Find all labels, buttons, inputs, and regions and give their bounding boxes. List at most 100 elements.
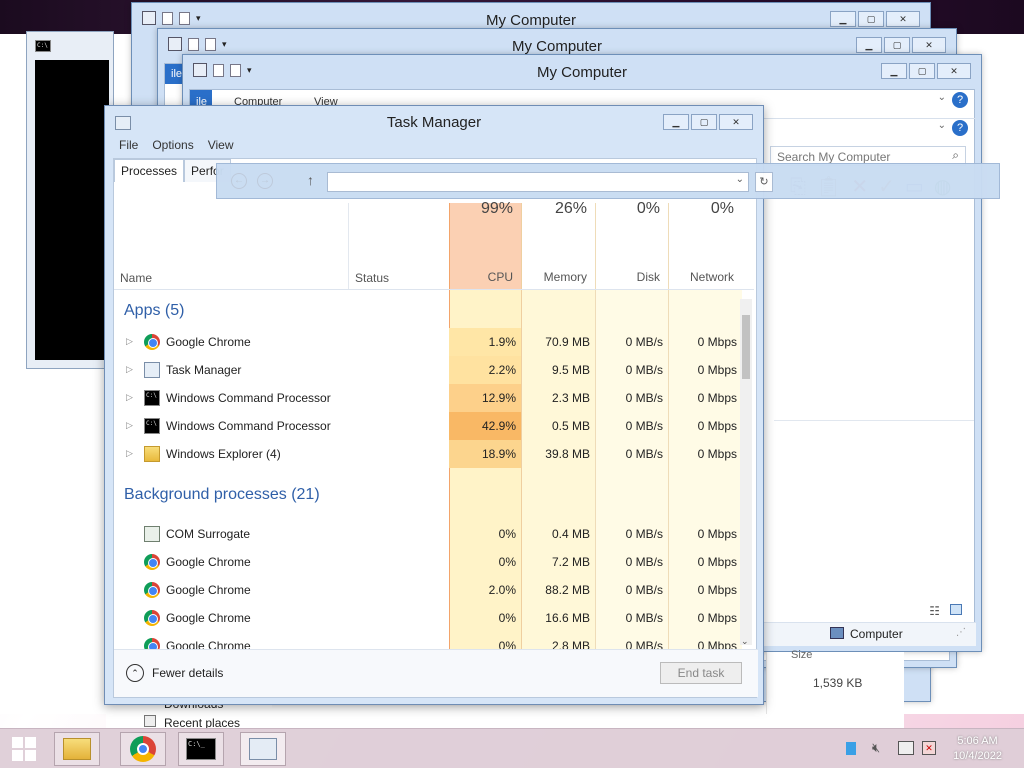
task-manager-body: Processes Perfor Name Status 99% CPU 26%… — [113, 158, 758, 698]
network-label: Network — [689, 270, 734, 284]
column-header-name[interactable]: Name — [120, 271, 152, 285]
action-center-icon[interactable] — [846, 742, 856, 755]
start-icon[interactable] — [12, 737, 36, 761]
network-icon[interactable] — [898, 741, 914, 755]
minimize-button[interactable]: ▁ — [663, 114, 689, 130]
help-icon[interactable]: ? — [952, 92, 968, 108]
taskbar-chrome-button[interactable] — [120, 732, 166, 766]
explorer-navigation-bar: ← → ↑ ⌄ ↻ — [216, 163, 1000, 199]
memory-value: 2.8 MB — [551, 639, 590, 649]
preview-view-icon[interactable] — [950, 604, 962, 615]
process-name: Google Chrome — [166, 611, 251, 625]
process-row[interactable]: Google Chrome 0% 2.8 MB 0 MB/s 0 Mbps — [114, 632, 742, 649]
taskbar-task-manager-button[interactable] — [240, 732, 286, 766]
address-bar[interactable]: ⌄ — [327, 172, 749, 192]
task-manager-footer: ⌃ Fewer details End task — [114, 649, 758, 697]
cmd-window[interactable] — [26, 31, 114, 369]
process-name: COM Surrogate — [166, 527, 251, 541]
forward-icon[interactable]: → — [257, 173, 273, 189]
cmd-console[interactable] — [35, 60, 109, 360]
expand-arrow-icon[interactable]: ▷ — [126, 448, 133, 459]
resize-grip-icon[interactable]: ⋰ — [956, 627, 966, 638]
caption-buttons: ▁ ▢ ✕ — [881, 63, 971, 79]
memory-value: 0.5 MB — [551, 419, 590, 433]
up-icon[interactable]: ↑ — [307, 172, 314, 188]
memory-value: 88.2 MB — [545, 583, 590, 597]
background-section-header[interactable]: Background processes (21) — [124, 486, 320, 504]
address-dropdown-icon[interactable]: ⌄ — [736, 174, 744, 185]
tab-processes[interactable]: Processes — [114, 159, 185, 182]
process-row[interactable]: Google Chrome 0% 16.6 MB 0 MB/s 0 Mbps — [114, 604, 742, 632]
maximize-button[interactable]: ▢ — [909, 63, 935, 79]
back-icon[interactable]: ← — [231, 173, 247, 189]
folder-icon — [144, 446, 160, 462]
disk-value: 0 MB/s — [625, 363, 663, 377]
process-row[interactable]: ▷ Windows Command Processor 42.9% 0.5 MB 0 M… — [114, 412, 742, 440]
maximize-button[interactable]: ▢ — [858, 11, 884, 27]
ribbon-expand-icon-2[interactable]: ⌄ — [938, 120, 946, 131]
cpu-value: 2.2% — [488, 363, 516, 377]
fewer-details-button[interactable]: ⌃ Fewer details — [126, 664, 223, 682]
close-button[interactable]: ✕ — [937, 63, 971, 79]
security-alert-icon[interactable]: ✕ — [922, 741, 936, 755]
window-title: My Computer — [536, 64, 628, 81]
memory-value: 39.8 MB — [545, 447, 590, 461]
network-value: 0 Mbps — [697, 363, 737, 377]
apps-section-header[interactable]: Apps (5) — [124, 302, 184, 320]
minimize-button[interactable]: ▁ — [830, 11, 856, 27]
close-button[interactable]: ✕ — [912, 37, 946, 53]
network-value: 0 Mbps — [697, 527, 737, 541]
scroll-down-icon[interactable]: ⌄ — [741, 636, 749, 647]
column-header-network[interactable]: 0% Network — [668, 200, 742, 290]
details-view-icon[interactable]: ☷ — [929, 604, 940, 618]
column-header-disk[interactable]: 0% Disk — [595, 200, 668, 290]
taskbar-cmd-button[interactable]: C:\_ — [178, 732, 224, 766]
minimize-button[interactable]: ▁ — [856, 37, 882, 53]
process-row[interactable]: COM Surrogate 0% 0.4 MB 0 MB/s 0 Mbps — [114, 520, 742, 548]
cmd-window-icon — [35, 40, 51, 52]
process-row[interactable]: ▷ Task Manager 2.2% 9.5 MB 0 MB/s 0 Mbps — [114, 356, 742, 384]
disk-value: 0 MB/s — [625, 555, 663, 569]
cpu-total-percent: 99% — [480, 200, 513, 217]
menu-options[interactable]: Options — [152, 138, 193, 152]
column-header-memory[interactable]: 26% Memory — [521, 200, 595, 290]
expand-arrow-icon[interactable]: ▷ — [126, 336, 133, 347]
close-button[interactable]: ✕ — [886, 11, 920, 27]
chrome-icon — [144, 610, 160, 626]
ribbon-expand-icon[interactable]: ⌄ — [938, 92, 946, 103]
process-name: Windows Explorer (4) — [166, 447, 281, 461]
cpu-label: CPU — [487, 270, 513, 284]
memory-value: 0.4 MB — [551, 527, 590, 541]
scrollbar-thumb[interactable] — [742, 315, 750, 379]
menu-file[interactable]: File — [119, 138, 138, 152]
process-row[interactable]: Google Chrome 0% 7.2 MB 0 MB/s 0 Mbps — [114, 548, 742, 576]
expand-arrow-icon[interactable]: ▷ — [126, 392, 133, 403]
expand-arrow-icon[interactable]: ▷ — [126, 364, 133, 375]
end-task-button[interactable]: End task — [660, 662, 742, 684]
process-row[interactable]: ▷ Windows Explorer (4) 18.9% 39.8 MB 0 MB/s 0… — [114, 440, 742, 468]
tab-strip: Processes Perfor — [114, 159, 231, 182]
cpu-value: 0% — [498, 639, 516, 649]
size-column-header[interactable]: Size — [791, 649, 812, 661]
process-row[interactable]: ▷ Google Chrome 1.9% 70.9 MB 0 MB/s 0 Mbps — [114, 328, 742, 356]
cpu-value: 2.0% — [488, 583, 516, 597]
column-header-cpu[interactable]: 99% CPU — [449, 200, 521, 290]
refresh-icon[interactable]: ↻ — [755, 172, 773, 192]
disk-value: 0 MB/s — [625, 611, 663, 625]
taskbar-explorer-button[interactable] — [54, 732, 100, 766]
process-row[interactable]: ▷ Windows Command Processor 12.9% 2.3 MB 0 M… — [114, 384, 742, 412]
process-row[interactable]: Google Chrome 2.0% 88.2 MB 0 MB/s 0 Mbps — [114, 576, 742, 604]
system-clock[interactable]: 5:06 AM 10/4/2022 — [953, 734, 1002, 764]
close-button[interactable]: ✕ — [719, 114, 753, 130]
chrome-icon — [130, 736, 156, 762]
help-icon-2[interactable]: ? — [952, 120, 968, 136]
minimize-button[interactable]: ▁ — [881, 63, 907, 79]
process-name: Google Chrome — [166, 639, 251, 649]
expand-arrow-icon[interactable]: ▷ — [126, 420, 133, 431]
maximize-button[interactable]: ▢ — [691, 114, 717, 130]
menu-view[interactable]: View — [208, 138, 234, 152]
scrollbar[interactable]: ⌄ — [740, 299, 752, 647]
volume-muted-icon[interactable]: 🔇︎ — [872, 740, 880, 756]
column-header-status[interactable]: Status — [355, 271, 389, 285]
maximize-button[interactable]: ▢ — [884, 37, 910, 53]
